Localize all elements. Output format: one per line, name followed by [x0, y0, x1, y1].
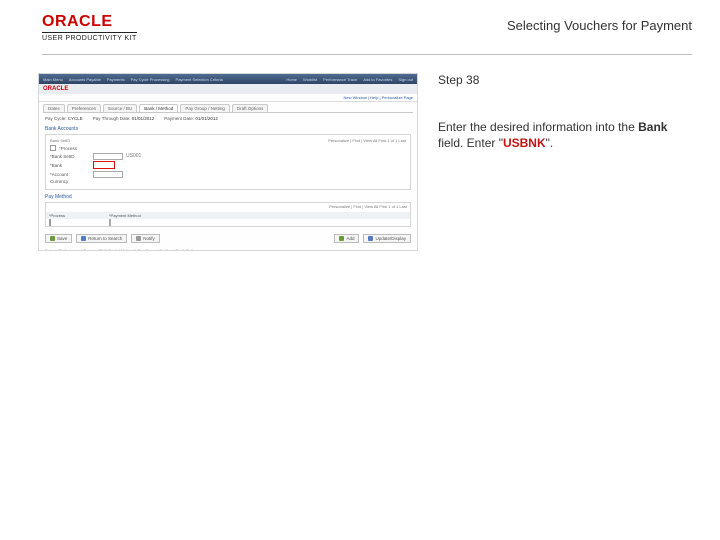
- mini-toplink: Add to Favorites: [363, 77, 392, 82]
- instr-bold-bank: Bank: [638, 120, 667, 134]
- step-label: Step 38: [438, 73, 688, 87]
- mini-footer-links: Dates | Preferences | Source / BU | Bank…: [39, 246, 417, 252]
- mini-brandrow: ORACLE: [39, 84, 417, 94]
- mini-paycycle-k: Payment Date:: [164, 116, 194, 121]
- mini-section-bank: Bank Accounts: [39, 124, 417, 132]
- mini-tab: Draft Options: [232, 104, 269, 112]
- mini-add-btn: Add: [334, 234, 359, 243]
- mini-toplink: Performance Trace: [323, 77, 357, 82]
- mini-toplink: Sign out: [398, 77, 413, 82]
- instruction-text: Enter the desired information into the B…: [438, 119, 688, 151]
- mini-topbar: Main Menu Accounts Payable Payments Pay …: [39, 74, 417, 84]
- mini-input-account: [93, 171, 123, 178]
- mini-checkbox: [50, 145, 56, 151]
- mini-pagebar: New Window | Help | Personalize Page: [39, 94, 417, 102]
- mini-btn-lbl: Add: [346, 236, 354, 241]
- mini-pv-method: [109, 219, 111, 226]
- mini-btn-lbl: Notify: [143, 236, 155, 241]
- oracle-logo: ORACLE USER PRODUCTIVITY KIT: [42, 14, 137, 42]
- brand-main: ORACLE: [42, 14, 137, 30]
- embedded-screenshot: Main Menu Accounts Payable Payments Pay …: [38, 73, 418, 251]
- mini-tab: Dates: [43, 104, 65, 112]
- mini-lbl-process: *Process: [59, 146, 99, 151]
- mini-input-setid: [93, 153, 123, 160]
- mini-nav-item: Accounts Payable: [69, 77, 101, 82]
- mini-section-paymethod: Pay Method: [39, 192, 417, 200]
- mini-btn-lbl: Update/Display: [375, 236, 406, 241]
- mini-panel-label: Bank SetID: [50, 138, 70, 143]
- mini-tab: Source / BU: [103, 104, 137, 112]
- mini-paymethod-panel: Personalize | Find | View All First 1 of…: [45, 202, 411, 227]
- mini-oracle-logo: ORACLE: [43, 86, 68, 92]
- mini-tab-active: Bank / Method: [139, 104, 178, 112]
- brand-sub: USER PRODUCTIVITY KIT: [42, 32, 137, 42]
- mini-pv-h2: *Payment Method: [106, 212, 410, 219]
- mini-bank-panel: Bank SetID Personalize | Find | View All…: [45, 134, 411, 190]
- page-title: Selecting Vouchers for Payment: [507, 14, 692, 33]
- mini-tab: Preferences: [67, 104, 101, 112]
- mini-toplink: Home: [286, 77, 297, 82]
- mini-pv-check: [49, 219, 51, 226]
- mini-lbl-account: *Account: [50, 172, 90, 177]
- mini-nav-item: Pay Cycle Processing: [131, 77, 170, 82]
- mini-lbl-setid: *Bank SetID: [50, 154, 90, 159]
- mini-val-setid: US001: [126, 153, 141, 159]
- mini-panel-nav: Personalize | Find | View All First 1 of…: [328, 138, 406, 143]
- mini-btn-lbl: Return to Search: [88, 236, 122, 241]
- mini-paycycle-k: Pay Through Date:: [93, 116, 131, 121]
- mini-notify-btn: Notify: [131, 234, 160, 243]
- instr-part: field. Enter ": [438, 136, 503, 150]
- mini-nav-item: Payments: [107, 77, 125, 82]
- mini-tabs: Dates Preferences Source / BU Bank / Met…: [39, 102, 417, 112]
- mini-update-btn: Update/Display: [363, 234, 411, 243]
- instr-part: ".: [546, 136, 554, 150]
- mini-save-btn: Save: [45, 234, 72, 243]
- mini-paycycle-v: CYCLE: [68, 116, 83, 121]
- mini-toplink: Worklist: [303, 77, 317, 82]
- mini-paycycle-k: Pay Cycle:: [45, 116, 67, 121]
- mini-pv-nav: Personalize | Find | View All First 1 of…: [329, 204, 407, 209]
- mini-paycycle-v: 01/01/2012: [195, 116, 218, 121]
- instr-bold-value: USBNK: [503, 136, 546, 150]
- instr-part: Enter the desired information into the: [438, 120, 638, 134]
- mini-return-btn: Return to Search: [76, 234, 127, 243]
- mini-bank-field-highlight: [93, 161, 115, 169]
- mini-lbl-bank: *Bank: [50, 163, 90, 168]
- mini-nav-item: Main Menu: [43, 77, 63, 82]
- mini-paycycle-v: 01/01/2012: [132, 116, 155, 121]
- mini-pv-h1: *Process: [46, 212, 106, 219]
- mini-nav-item: Payment Selection Criteria: [176, 77, 223, 82]
- mini-tab: Pay Group / Netting: [180, 104, 230, 112]
- mini-lbl-currency: Currency: [50, 179, 90, 184]
- mini-paycycle: Pay Cycle: CYCLE Pay Through Date: 01/01…: [39, 113, 417, 124]
- mini-button-row: Save Return to Search Notify Add Update/…: [39, 231, 417, 246]
- mini-btn-lbl: Save: [57, 236, 67, 241]
